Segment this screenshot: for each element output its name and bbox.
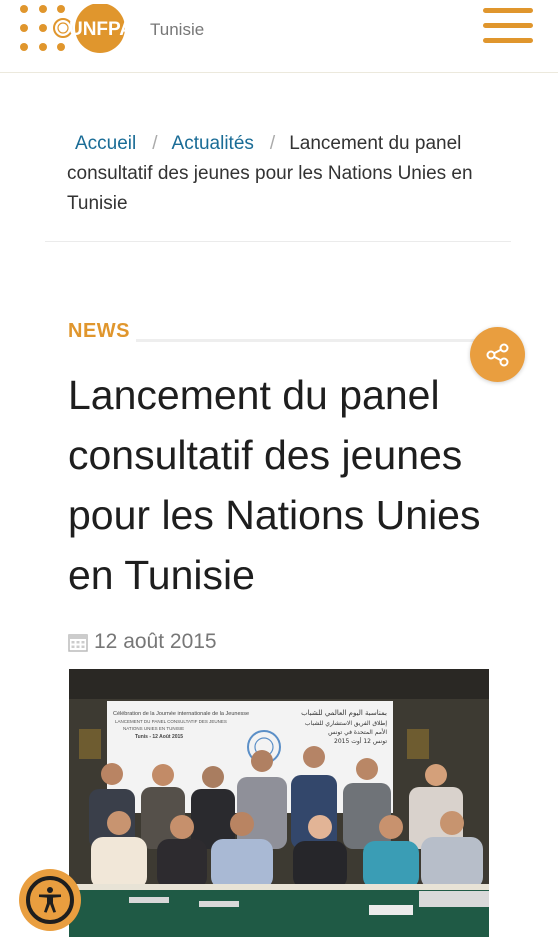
breadcrumb-separator: / (269, 133, 276, 154)
breadcrumb-home-link[interactable]: Accueil (75, 133, 136, 154)
banner-sub-ar: إطلاق الفريق الاستشاري للشباب (305, 720, 387, 727)
article-photo: Célébration de la Journée internationale… (69, 669, 489, 937)
country-label: Tunisie (150, 20, 205, 39)
calendar-icon (68, 634, 88, 652)
date-text: 12 août 2015 (94, 630, 217, 653)
banner-sub2-ar: الأمم المتحدة في تونس (328, 728, 387, 736)
share-icon (486, 343, 508, 366)
banner-sub-fr: LANCEMENT DU PANEL CONSULTATIF DES JEUNE… (115, 719, 227, 724)
unfpa-logo[interactable]: UNFPA (18, 3, 133, 54)
banner-sub2-fr: NATIONS UNIES EN TUNISIE (123, 726, 184, 731)
category-label: NEWS (68, 320, 130, 342)
banner-title-fr: Célébration de la Journée internationale… (113, 711, 249, 717)
breadcrumb: Accueil / Actualités / Lancement du panel co… (67, 129, 507, 219)
banner-title-ar: بمناسبة اليوم العالمي للشباب (301, 709, 387, 717)
site-header: UNFPA Tunisie (0, 0, 558, 73)
logo-text: UNFPA (69, 19, 128, 40)
breadcrumb-news-link[interactable]: Actualités (172, 133, 254, 154)
banner-place-fr: Tunis - 12 Août 2015 (135, 734, 183, 740)
banner-place-ar: تونس 12 أوت 2015 (334, 737, 387, 745)
article-date: 12 août 2015 (68, 630, 217, 654)
category-divider (136, 339, 476, 342)
accessibility-icon (39, 887, 61, 913)
breadcrumb-separator: / (152, 133, 158, 154)
hamburger-menu-icon[interactable] (483, 8, 533, 44)
accessibility-button[interactable] (19, 869, 81, 931)
article-title: Lancement du panel consultatif des jeune… (68, 372, 481, 598)
breadcrumb-divider (45, 241, 511, 242)
